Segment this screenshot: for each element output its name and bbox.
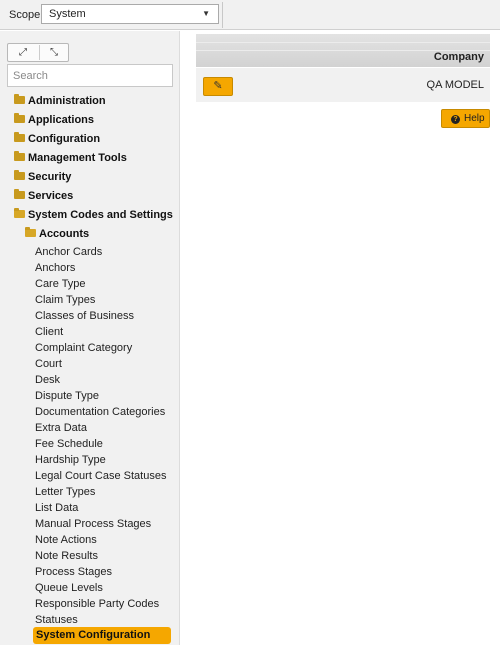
nav-item-anchor-cards[interactable]: Anchor Cards: [35, 244, 102, 260]
question-icon: ?: [451, 115, 460, 124]
nav-item-statuses[interactable]: Statuses: [35, 612, 78, 628]
scope-toolbar: Scope System ▼: [0, 0, 500, 30]
folder-system-codes-and-settings[interactable]: System Codes and Settings: [14, 206, 173, 225]
expand-all-button[interactable]: ⤢: [9, 45, 37, 60]
nav-item-note-actions[interactable]: Note Actions: [35, 532, 97, 548]
toolbar-divider: [222, 2, 223, 28]
tree-tools: ⤢ ⤡: [7, 43, 69, 62]
nav-item-documentation-categories[interactable]: Documentation Categories: [35, 404, 165, 420]
folder-configuration[interactable]: Configuration: [14, 130, 100, 149]
nav-item-court[interactable]: Court: [35, 356, 62, 372]
collapse-all-button[interactable]: ⤡: [39, 45, 68, 60]
nav-item-extra-data[interactable]: Extra Data: [35, 420, 87, 436]
folder-icon: [14, 170, 25, 180]
folder-icon: [14, 94, 25, 104]
expand-icon: ⤢: [19, 47, 27, 58]
table-row: ✎ QA MODEL: [196, 68, 490, 102]
folder-icon: [14, 151, 25, 161]
folder-administration[interactable]: Administration: [14, 92, 106, 111]
edit-button[interactable]: ✎: [203, 77, 233, 96]
nav-item-complaint-category[interactable]: Complaint Category: [35, 340, 132, 356]
help-button[interactable]: ? Help: [441, 109, 490, 128]
folder-security[interactable]: Security: [14, 168, 71, 187]
nav-item-desk[interactable]: Desk: [35, 372, 60, 388]
nav-item-system-configuration[interactable]: System Configuration: [33, 627, 171, 644]
nav-item-fee-schedule[interactable]: Fee Schedule: [35, 436, 103, 452]
folder-management-tools[interactable]: Management Tools: [14, 149, 127, 168]
nav-item-client[interactable]: Client: [35, 324, 63, 340]
nav-item-responsible-party-codes[interactable]: Responsible Party Codes: [35, 596, 159, 612]
nav-item-process-stages[interactable]: Process Stages: [35, 564, 112, 580]
chevron-down-icon: ▼: [202, 9, 210, 18]
grid-header: Company: [196, 34, 490, 67]
folder-icon: [14, 132, 25, 142]
folder-accounts[interactable]: Accounts: [25, 225, 89, 244]
nav-item-classes-of-business[interactable]: Classes of Business: [35, 308, 134, 324]
folder-open-icon: [25, 227, 36, 237]
nav-item-queue-levels[interactable]: Queue Levels: [35, 580, 103, 596]
navigation-panel: ⤢ ⤡ Administration Applications Configur…: [0, 31, 180, 645]
nav-item-letter-types[interactable]: Letter Types: [35, 484, 95, 500]
nav-item-note-results[interactable]: Note Results: [35, 548, 98, 564]
company-cell: QA MODEL: [426, 79, 484, 91]
help-label: Help: [464, 113, 485, 124]
scope-select[interactable]: System ▼: [41, 4, 219, 24]
search-input[interactable]: [7, 64, 173, 87]
scope-label: Scope: [9, 9, 41, 21]
edit-icon: ✎: [213, 80, 223, 92]
nav-item-dispute-type[interactable]: Dispute Type: [35, 388, 99, 404]
nav-item-hardship-type[interactable]: Hardship Type: [35, 452, 106, 468]
nav-item-list-data[interactable]: List Data: [35, 500, 78, 516]
folder-open-icon: [14, 208, 25, 218]
collapse-icon: ⤡: [50, 47, 58, 58]
nav-item-anchors[interactable]: Anchors: [35, 260, 75, 276]
nav-item-claim-types[interactable]: Claim Types: [35, 292, 95, 308]
folder-icon: [14, 113, 25, 123]
nav-item-manual-process-stages[interactable]: Manual Process Stages: [35, 516, 151, 532]
folder-icon: [14, 189, 25, 199]
folder-services[interactable]: Services: [14, 187, 73, 206]
scope-select-value: System: [49, 8, 86, 20]
nav-item-care-type[interactable]: Care Type: [35, 276, 86, 292]
folder-applications[interactable]: Applications: [14, 111, 94, 130]
nav-item-legal-court-case-statuses[interactable]: Legal Court Case Statuses: [35, 468, 166, 484]
column-header-company[interactable]: Company: [434, 51, 484, 63]
